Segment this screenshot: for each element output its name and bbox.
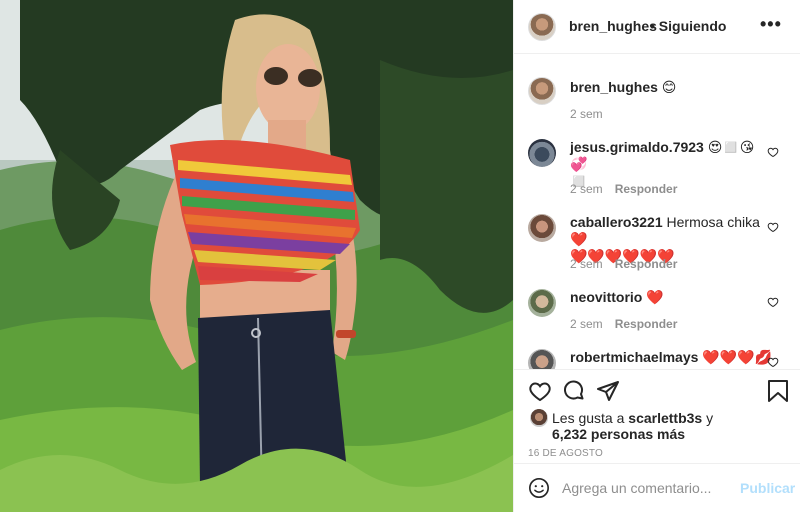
post-side-panel: bren_hughes • Siguiendo ••• bren_hughes … — [513, 0, 800, 512]
post-actions: Les gusta a scarlettb3s y 6,232 personas… — [514, 369, 800, 467]
caption-body: 😊 — [657, 79, 677, 95]
emoji-icon[interactable] — [528, 477, 550, 499]
post-header: bren_hughes • Siguiendo ••• — [514, 0, 800, 54]
comment-time: 2 sem — [570, 317, 603, 331]
instagram-post-view: bren_hughes • Siguiendo ••• bren_hughes … — [0, 0, 800, 512]
comment-text: robertmichaelmays ❤️❤️❤️💋 — [570, 349, 780, 366]
bookmark-icon[interactable] — [767, 379, 789, 403]
share-icon[interactable] — [596, 379, 620, 403]
post-photo[interactable] — [0, 0, 513, 512]
comment-username[interactable]: caballero3221 — [570, 214, 663, 230]
publish-button[interactable]: Publicar — [740, 480, 795, 496]
likes-summary: Les gusta a scarlettb3s y 6,232 personas… — [552, 410, 713, 442]
comment-username[interactable]: neovittorio — [570, 289, 642, 305]
comment-text: neovittorio ❤️ — [570, 289, 766, 306]
author-avatar[interactable] — [528, 13, 556, 41]
caption-text: bren_hughes 😊 — [570, 79, 676, 96]
comment-body: ❤️❤️❤️💋 — [698, 349, 773, 365]
author-username[interactable]: bren_hughes — [569, 18, 657, 34]
more-icon[interactable]: ••• — [760, 14, 782, 35]
post-image — [0, 0, 513, 512]
comment-like-icon[interactable] — [767, 146, 779, 158]
comment-body: ❤️ — [642, 289, 664, 305]
comment-input[interactable]: Agrega un comentario... — [562, 480, 711, 496]
comment-like-icon[interactable] — [767, 296, 779, 308]
caption-username[interactable]: bren_hughes — [570, 79, 658, 95]
comment-avatar[interactable] — [528, 289, 556, 317]
heart-icon[interactable] — [528, 379, 552, 403]
comment-username[interactable]: jesus.grimaldo.7923 — [570, 139, 704, 155]
comment-meta: 2 sem Responder — [570, 182, 677, 196]
comment-meta: 2 sem Responder — [570, 257, 677, 271]
comment-avatar[interactable] — [528, 139, 556, 167]
post-date[interactable]: 16 DE AGOSTO — [528, 448, 603, 459]
reply-button[interactable]: Responder — [615, 317, 678, 331]
follow-status[interactable]: • Siguiendo — [650, 18, 726, 34]
comment-avatar[interactable] — [528, 214, 556, 242]
comment-time: 2 sem — [570, 257, 603, 271]
caption-avatar[interactable] — [528, 77, 556, 105]
likes-count[interactable]: 6,232 personas más — [552, 426, 685, 442]
comment-composer: Agrega un comentario... Publicar — [514, 463, 800, 512]
comment-icon[interactable] — [562, 379, 586, 403]
reply-button[interactable]: Responder — [615, 182, 678, 196]
liker-username[interactable]: scarlettb3s — [628, 410, 702, 426]
comment-time: 2 sem — [570, 182, 603, 196]
likes-suffix: y — [702, 410, 714, 426]
likes-prefix: Les gusta a — [552, 410, 629, 426]
comment-avatar[interactable] — [528, 349, 556, 369]
reply-button[interactable]: Responder — [615, 257, 678, 271]
liker-avatar[interactable] — [530, 409, 548, 427]
comment-like-icon[interactable] — [767, 356, 779, 368]
caption-time: 2 sem — [570, 107, 603, 121]
comment-meta: 2 sem Responder — [570, 317, 677, 331]
comments-list[interactable]: bren_hughes 😊 2 sem jesus.grimaldo.7923 … — [514, 55, 800, 369]
comment-username[interactable]: robertmichaelmays — [570, 349, 698, 365]
comment-like-icon[interactable] — [767, 221, 779, 233]
